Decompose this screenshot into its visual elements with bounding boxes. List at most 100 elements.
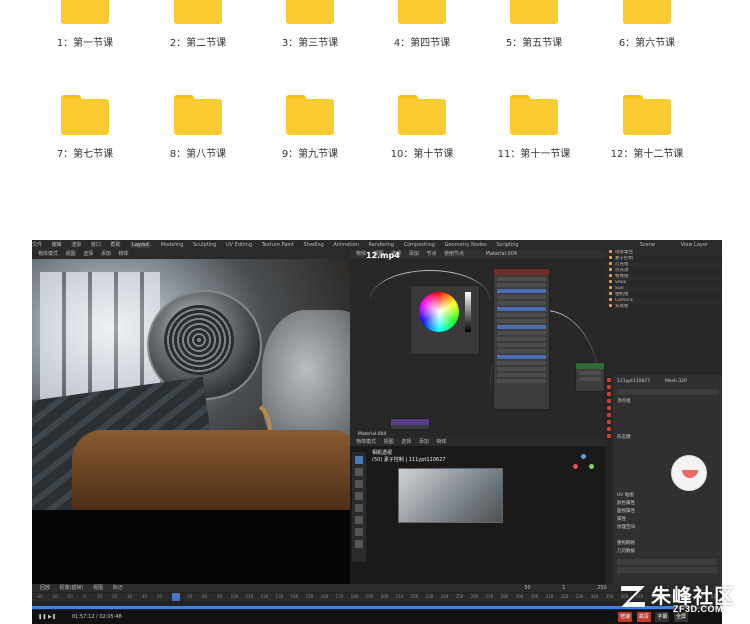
cursor-tool-icon[interactable] xyxy=(355,468,363,476)
section-texture-space[interactable]: 纹理空间 xyxy=(617,525,635,531)
folder-item-4[interactable]: 4：第四节课 xyxy=(372,0,472,49)
tool-tab-icon[interactable] xyxy=(607,378,611,382)
menu-view[interactable]: 视图 xyxy=(384,439,394,445)
output-tab-icon[interactable] xyxy=(607,392,611,396)
playback-menu[interactable]: 回放 xyxy=(40,585,50,591)
menu-object[interactable]: 物体 xyxy=(356,251,366,257)
scene-tab-icon[interactable] xyxy=(607,399,611,403)
outliner-panel[interactable]: 场景集合 素子控制 灯光组 点光源 物体组 Stool Sun 相机组 Came… xyxy=(605,250,722,375)
menu-add[interactable]: 添加 xyxy=(419,439,429,445)
move-tool-icon[interactable] xyxy=(355,480,363,488)
property-field[interactable] xyxy=(617,559,717,565)
menu-object[interactable]: 物体 xyxy=(436,439,446,445)
outliner-row[interactable]: 背景板 xyxy=(605,304,722,310)
material-tab-icon[interactable] xyxy=(607,434,611,438)
measure-tool-icon[interactable] xyxy=(355,540,363,548)
3d-viewport[interactable]: 物体模式 视图 选择 添加 物体 xyxy=(32,250,350,510)
folder-item-8[interactable]: 8：第八节课 xyxy=(148,95,248,160)
view-menu[interactable]: 视图 xyxy=(93,585,103,591)
tab-animation[interactable]: Animation xyxy=(333,242,359,248)
section-attributes[interactable]: 属性 xyxy=(617,517,626,523)
material-output-node[interactable] xyxy=(575,362,605,392)
tab-compositing[interactable]: Compositing xyxy=(404,242,435,248)
folder-item-1[interactable]: 1：第一节课 xyxy=(35,0,135,49)
section-uv-maps[interactable]: UV 贴图 xyxy=(617,493,634,499)
annotate-tool-icon[interactable] xyxy=(355,528,363,536)
value-slider[interactable] xyxy=(465,292,471,332)
folder-item-12[interactable]: 12：第十二节课 xyxy=(597,95,697,160)
data-tab-icon[interactable] xyxy=(607,427,611,431)
tab-shading[interactable]: Shading xyxy=(303,242,323,248)
menu-render[interactable]: 渲染 xyxy=(71,242,81,248)
transform-tool-icon[interactable] xyxy=(355,516,363,524)
fan-grill-shape xyxy=(164,305,234,375)
start-frame-field[interactable]: 1 xyxy=(562,585,565,591)
material-selector[interactable]: Material.004 xyxy=(486,251,517,257)
section-geometry-data[interactable]: 几何数据 xyxy=(617,549,635,555)
playhead[interactable] xyxy=(172,593,180,601)
menu-edit[interactable]: 编辑 xyxy=(52,242,62,248)
menu-add[interactable]: 添加 xyxy=(101,251,111,257)
mode-selector[interactable]: 物体模式 xyxy=(356,439,376,445)
render-tab-icon[interactable] xyxy=(607,385,611,389)
menu-view[interactable]: 视图 xyxy=(66,251,76,257)
scene-selector[interactable]: Scene xyxy=(640,242,655,248)
tab-layout[interactable]: Layout xyxy=(130,242,152,248)
section-vertex-groups[interactable]: 顶点组 xyxy=(617,399,631,405)
section-remesh[interactable]: 重构网格 xyxy=(617,541,635,547)
modifier-tab-icon[interactable] xyxy=(607,420,611,424)
tab-uv-editing[interactable]: UV Editing xyxy=(226,242,252,248)
rotate-tool-icon[interactable] xyxy=(355,492,363,500)
section-color-attributes[interactable]: 颜色属性 xyxy=(617,501,635,507)
menu-help[interactable]: 帮助 xyxy=(110,242,120,248)
section-shape-keys[interactable]: 形态键 xyxy=(617,435,631,441)
keying-menu[interactable]: 抠像(插帧) xyxy=(60,585,84,591)
folder-item-9[interactable]: 9：第九节课 xyxy=(260,95,360,160)
marker-menu[interactable]: 标记 xyxy=(113,585,123,591)
tab-sculpting[interactable]: Sculpting xyxy=(193,242,216,248)
video-progress-fill xyxy=(32,606,674,609)
folder-item-6[interactable]: 6：第六节课 xyxy=(597,0,697,49)
render-preview-viewport[interactable]: 物体模式 视图 选择 添加 物体 相机透视 (50) 素子控制 | 111ypt… xyxy=(350,438,605,584)
tab-geometry-nodes[interactable]: Geometry Nodes xyxy=(445,242,487,248)
folder-item-2[interactable]: 2：第二节课 xyxy=(148,0,248,49)
color-picker-popup[interactable] xyxy=(410,285,480,355)
mesh-data-field[interactable] xyxy=(617,389,717,395)
mesh-icon xyxy=(609,280,612,283)
property-field[interactable] xyxy=(617,567,717,573)
folder-item-3[interactable]: 3：第三节课 xyxy=(260,0,360,49)
current-frame-field[interactable]: 50 xyxy=(524,585,530,591)
object-tab-icon[interactable] xyxy=(607,413,611,417)
menu-window[interactable]: 窗口 xyxy=(91,242,101,248)
tab-modeling[interactable]: Modeling xyxy=(161,242,184,248)
folder-item-11[interactable]: 11：第十一节课 xyxy=(484,95,584,160)
pause-icon[interactable]: ❚❚ ▶❚ xyxy=(38,610,56,624)
properties-panel[interactable]: 111ypt110627 Mesh.320 顶点组 形态键 UV 贴图 颜色属性… xyxy=(605,375,722,584)
mode-selector[interactable]: 物体模式 xyxy=(38,251,58,257)
texture-node[interactable] xyxy=(390,418,430,430)
video-player[interactable]: 文件 编辑 渲染 窗口 帮助 Layout Modeling Sculpting… xyxy=(32,240,722,624)
menu-select[interactable]: 选择 xyxy=(83,251,93,257)
folder-item-5[interactable]: 5：第五节课 xyxy=(484,0,584,49)
end-frame-field[interactable]: 250 xyxy=(597,585,607,591)
world-tab-icon[interactable] xyxy=(607,406,611,410)
menu-file[interactable]: 文件 xyxy=(32,242,42,248)
shader-node-editor[interactable]: 物体 视图 选择 添加 节点 使用节点 Material.004 12.mp4 xyxy=(350,250,605,438)
navigation-gizmo-icon[interactable] xyxy=(573,454,595,476)
menu-select[interactable]: 选择 xyxy=(401,439,411,445)
folder-item-10[interactable]: 10：第十节课 xyxy=(372,95,472,160)
scale-tool-icon[interactable] xyxy=(355,504,363,512)
use-nodes-toggle[interactable]: 使用节点 xyxy=(444,251,464,257)
menu-add[interactable]: 添加 xyxy=(409,251,419,257)
section-face-corner[interactable]: 面拐属性 xyxy=(617,509,635,515)
tab-texture-paint[interactable]: Texture Paint xyxy=(262,242,294,248)
select-tool-icon[interactable] xyxy=(355,456,363,464)
tab-rendering[interactable]: Rendering xyxy=(368,242,394,248)
color-wheel[interactable] xyxy=(419,292,459,332)
tab-scripting[interactable]: Scripting xyxy=(496,242,518,248)
view-layer-selector[interactable]: View Layer xyxy=(681,242,708,248)
folder-item-7[interactable]: 7：第七节课 xyxy=(35,95,135,160)
menu-object[interactable]: 物体 xyxy=(118,251,128,257)
principled-bsdf-node[interactable] xyxy=(493,268,550,410)
menu-node[interactable]: 节点 xyxy=(426,251,436,257)
